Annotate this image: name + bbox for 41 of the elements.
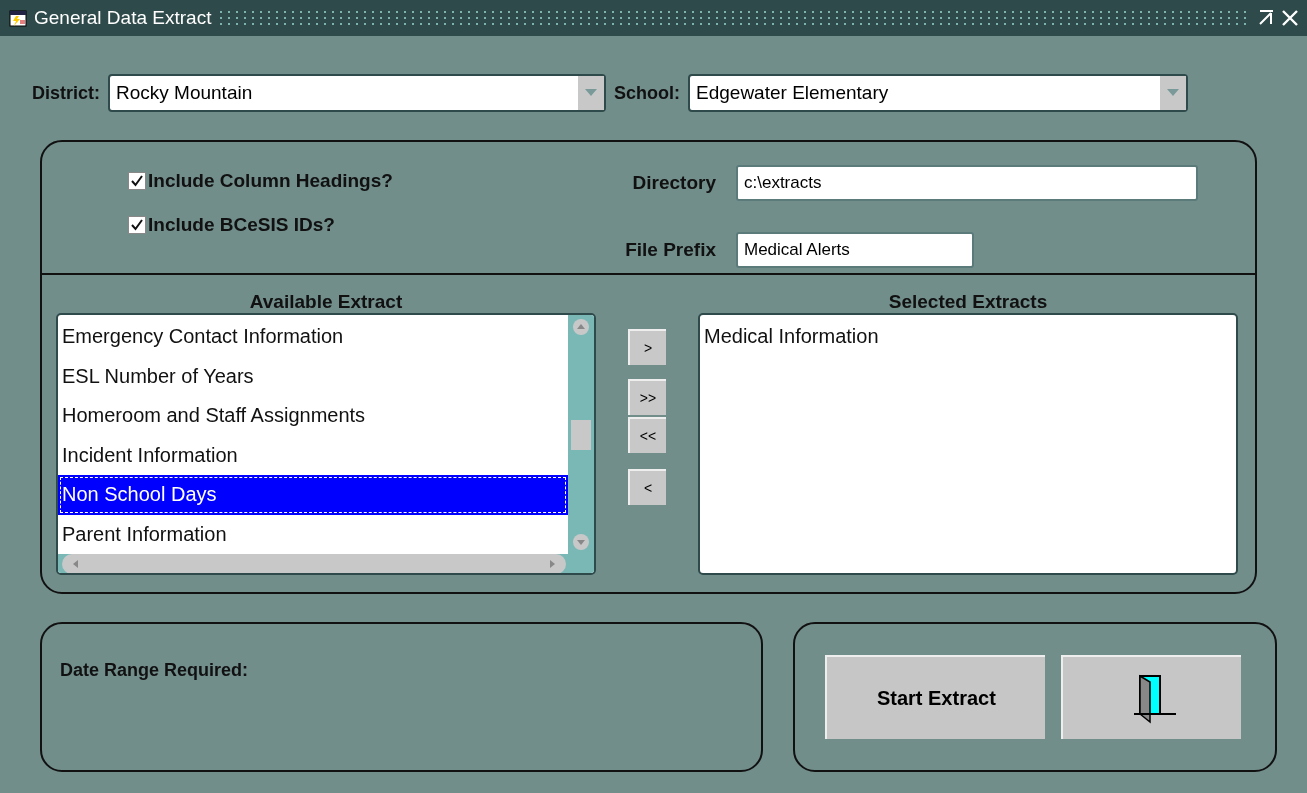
list-item[interactable]: Homeroom and Staff Assignments bbox=[58, 396, 568, 436]
move-button[interactable]: < bbox=[628, 469, 666, 505]
list-item[interactable]: Incident Information bbox=[58, 435, 568, 475]
app-icon bbox=[8, 8, 28, 28]
list-title: Selected Extracts bbox=[888, 291, 1048, 313]
field-label: School: bbox=[614, 82, 680, 104]
horizontal-scrollbar[interactable] bbox=[58, 554, 594, 573]
window-title: General Data Extract bbox=[34, 7, 212, 29]
dropdown-caret-icon[interactable] bbox=[578, 76, 604, 110]
checkbox[interactable] bbox=[128, 172, 146, 190]
file-prefix-field[interactable]: Medical Alerts bbox=[736, 232, 974, 269]
vertical-scrollbar[interactable] bbox=[568, 315, 594, 554]
maximize-icon[interactable] bbox=[1257, 9, 1275, 27]
field-label: District: bbox=[32, 82, 100, 104]
scroll-down-icon[interactable] bbox=[573, 534, 589, 550]
start-extract-button[interactable]: Start Extract bbox=[825, 655, 1046, 739]
checkbox[interactable] bbox=[128, 216, 146, 234]
dropdown-caret-icon[interactable] bbox=[1160, 76, 1186, 110]
directory-field[interactable]: c:\extracts bbox=[736, 164, 1198, 201]
move-button[interactable]: << bbox=[628, 417, 666, 453]
move-button[interactable]: > bbox=[628, 329, 666, 365]
close-icon[interactable] bbox=[1281, 9, 1299, 27]
district-dropdown[interactable]: Rocky Mountain bbox=[108, 74, 606, 112]
list-item[interactable]: Emergency Contact Information bbox=[58, 317, 568, 357]
list-item[interactable]: Medical Information bbox=[700, 317, 1236, 357]
list-box[interactable]: Emergency Contact Information ESL Number of Years Homeroom and Staff Assignments Incident Information Non School Days Parent Information bbox=[56, 313, 596, 575]
move-button[interactable]: >> bbox=[628, 379, 666, 415]
scroll-up-icon[interactable] bbox=[573, 319, 589, 335]
checkbox-option[interactable]: Include Column Headings? bbox=[128, 170, 608, 192]
field-label: File Prefix bbox=[624, 239, 716, 262]
school-dropdown[interactable]: Edgewater Elementary bbox=[688, 74, 1188, 112]
list-title: Available Extract bbox=[249, 291, 403, 313]
date-range-label: Date Range Required: bbox=[60, 660, 249, 681]
checkbox-option[interactable]: Include BCeSIS IDs? bbox=[128, 214, 608, 236]
scroll-thumb[interactable] bbox=[571, 419, 591, 450]
list-box[interactable]: Medical Information bbox=[698, 313, 1238, 575]
list-item[interactable]: ESL Number of Years bbox=[58, 356, 568, 396]
field-label: Directory bbox=[631, 171, 716, 194]
list-item[interactable]: Parent Information bbox=[58, 514, 568, 554]
list-item[interactable]: Non School Days bbox=[58, 475, 568, 515]
exit-button[interactable] bbox=[1061, 655, 1242, 739]
